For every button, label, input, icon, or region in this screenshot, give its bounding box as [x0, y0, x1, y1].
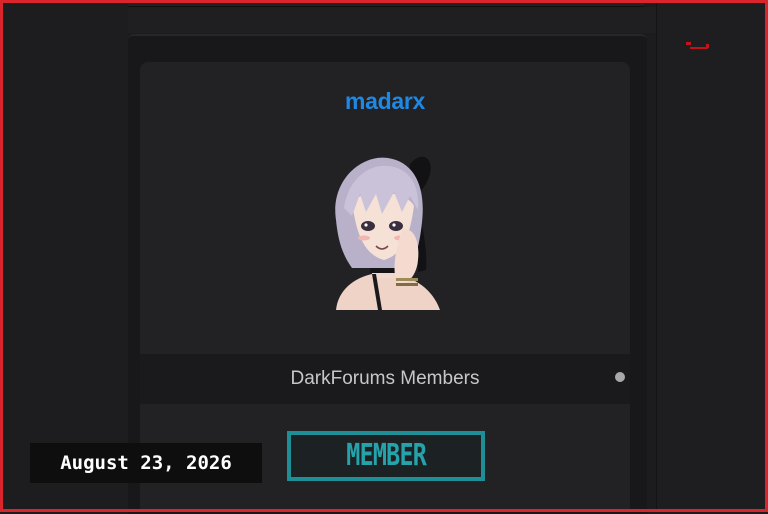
- offline-status-icon: [615, 372, 625, 382]
- previous-post-edge: [128, 0, 644, 7]
- username-link[interactable]: madarx: [140, 88, 630, 115]
- rank-badge-text: MEMBER: [346, 438, 427, 473]
- user-group-bar: DarkForums Members: [140, 354, 630, 404]
- post-separator: [128, 7, 656, 33]
- left-gutter: [0, 0, 128, 512]
- broken-image-icon: [686, 42, 709, 49]
- user-group-label: DarkForums Members: [290, 368, 480, 389]
- date-stamp: August 23, 2026: [30, 443, 262, 483]
- member-rank-badge: MEMBER: [287, 431, 485, 481]
- post-content-column: [656, 0, 768, 512]
- anime-avatar-icon[interactable]: [322, 150, 446, 310]
